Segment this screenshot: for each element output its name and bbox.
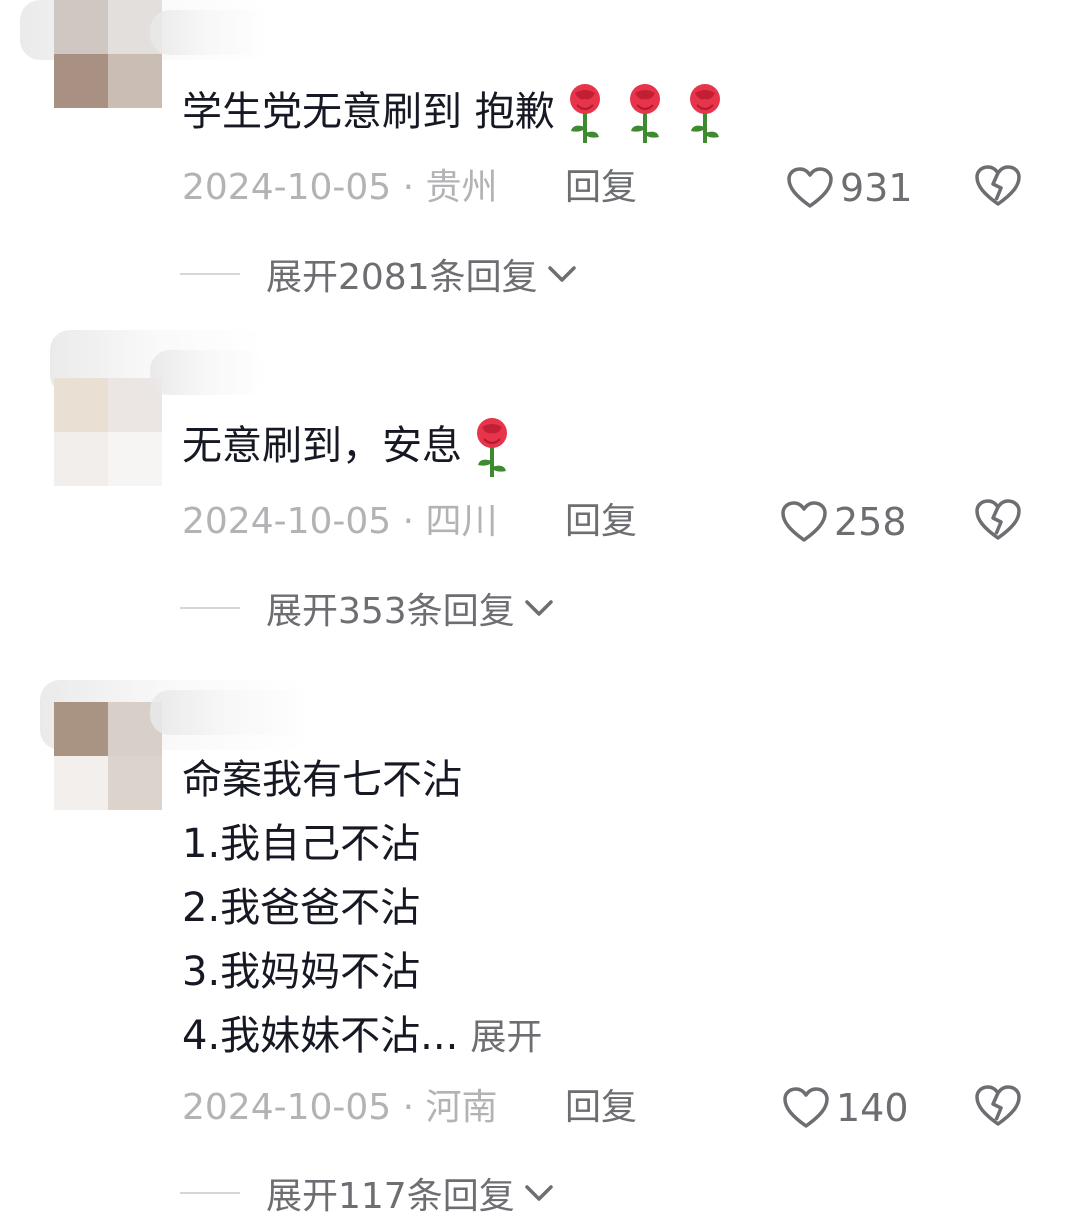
comment-meta: 2024-10-05 · 四川 回复 258	[182, 492, 1032, 552]
expand-replies-label: 展开353条回复	[266, 591, 515, 632]
dislike-button[interactable]	[974, 164, 1022, 227]
avatar[interactable]	[54, 0, 162, 108]
broken-heart-icon	[975, 499, 1021, 540]
chevron-down-icon	[547, 266, 576, 282]
comment-meta: 2024-10-05 · 河南 回复 140	[182, 1078, 1032, 1138]
like-count: 258	[834, 500, 907, 544]
like-count: 140	[836, 1086, 909, 1130]
username-blurred-tail	[150, 350, 265, 395]
rose-emoji-group	[462, 418, 522, 477]
comment-line: 3.我妈妈不沾	[182, 949, 421, 995]
divider-line	[180, 607, 240, 609]
reply-button[interactable]: 回复	[565, 158, 637, 218]
like-button[interactable]: 140	[782, 1078, 909, 1138]
divider-line	[180, 1192, 240, 1194]
comment-date-location: 2024-10-05 · 河南	[182, 1087, 498, 1128]
rose-emoji-group	[555, 84, 735, 143]
comment-meta: 2024-10-05 · 贵州 回复 931	[182, 158, 1032, 218]
rose-icon	[569, 84, 600, 143]
expand-replies-button[interactable]: 展开117条回复	[180, 1165, 555, 1221]
comment-line: 4.我妹妹不沾...	[182, 1013, 459, 1059]
dislike-button[interactable]	[974, 498, 1022, 561]
heart-icon	[781, 501, 827, 542]
broken-heart-icon	[975, 1085, 1021, 1126]
heart-icon	[787, 167, 833, 208]
avatar[interactable]	[54, 702, 162, 810]
reply-button[interactable]: 回复	[565, 1078, 637, 1138]
heart-icon	[783, 1087, 829, 1128]
comment-text: 学生党无意刷到 抱歉	[182, 80, 735, 145]
like-button[interactable]: 258	[780, 492, 907, 552]
comment-date-location: 2024-10-05 · 四川	[182, 501, 498, 542]
expand-replies-button[interactable]: 展开353条回复	[180, 580, 555, 636]
comment-date-location: 2024-10-05 · 贵州	[182, 167, 498, 208]
username-blurred-tail	[150, 10, 270, 55]
rose-icon	[629, 84, 660, 143]
comment-text: 无意刷到，安息	[182, 414, 522, 479]
expand-replies-label: 展开2081条回复	[266, 257, 538, 298]
rose-icon	[477, 418, 507, 477]
divider-line	[180, 273, 240, 275]
comment-line: 2.我爸爸不沾	[182, 885, 421, 931]
expand-replies-label: 展开117条回复	[266, 1176, 515, 1217]
comment-text-multiline: 命案我有七不沾 1.我自己不沾 2.我爸爸不沾 3.我妈妈不沾 4.我妹妹不沾.…	[182, 748, 542, 1070]
chevron-down-icon	[524, 1185, 553, 1201]
comment-body: 无意刷到，安息	[182, 423, 462, 469]
rose-icon	[689, 84, 720, 143]
dislike-button[interactable]	[974, 1084, 1022, 1147]
broken-heart-icon	[975, 165, 1021, 206]
username-blurred-tail	[150, 690, 310, 735]
expand-replies-button[interactable]: 展开2081条回复	[180, 246, 578, 302]
reply-button[interactable]: 回复	[565, 492, 637, 552]
comment-line: 命案我有七不沾	[182, 757, 462, 803]
chevron-down-icon	[524, 600, 553, 616]
avatar[interactable]	[54, 378, 162, 486]
comment-line: 1.我自己不沾	[182, 821, 421, 867]
expand-text-button[interactable]: 展开	[470, 1017, 542, 1058]
comment-body: 学生党无意刷到 抱歉	[182, 89, 555, 135]
like-count: 931	[840, 166, 913, 210]
like-button[interactable]: 931	[786, 158, 913, 218]
